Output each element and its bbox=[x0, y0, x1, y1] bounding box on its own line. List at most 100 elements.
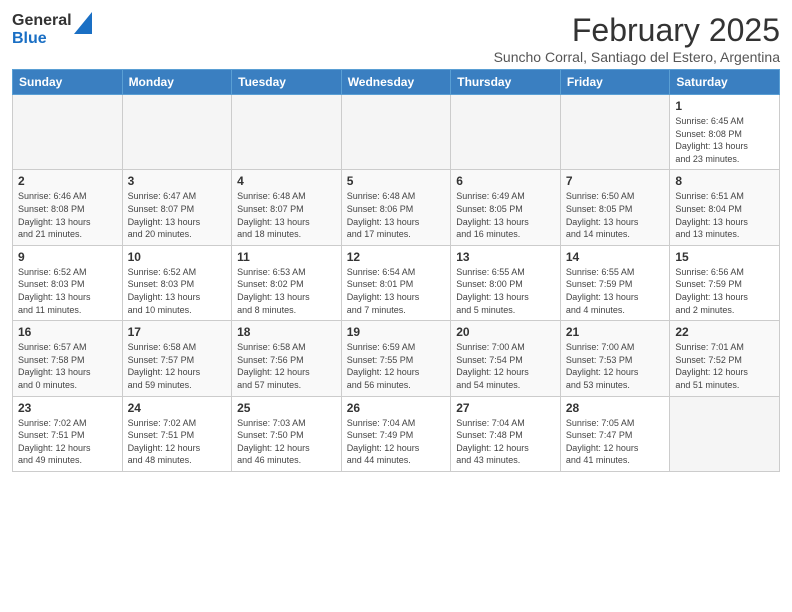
day-number: 28 bbox=[566, 401, 665, 415]
day-info: Sunrise: 7:00 AM Sunset: 7:54 PM Dayligh… bbox=[456, 341, 555, 391]
calendar-day-cell: 9 Sunrise: 6:52 AM Sunset: 8:03 PM Daylig… bbox=[13, 245, 123, 320]
day-info: Sunrise: 6:50 AM Sunset: 8:05 PM Dayligh… bbox=[566, 190, 665, 240]
calendar-day-cell: 11 Sunrise: 6:53 AM Sunset: 8:02 PM Dayli… bbox=[232, 245, 342, 320]
day-number: 21 bbox=[566, 325, 665, 339]
calendar-day-cell bbox=[670, 396, 780, 471]
day-number: 14 bbox=[566, 250, 665, 264]
calendar-week-row: 1 Sunrise: 6:45 AM Sunset: 8:08 PM Daylig… bbox=[13, 95, 780, 170]
day-info: Sunrise: 6:47 AM Sunset: 8:07 PM Dayligh… bbox=[128, 190, 227, 240]
day-info: Sunrise: 7:05 AM Sunset: 7:47 PM Dayligh… bbox=[566, 417, 665, 467]
calendar-day-cell bbox=[232, 95, 342, 170]
calendar-week-row: 23 Sunrise: 7:02 AM Sunset: 7:51 PM Dayli… bbox=[13, 396, 780, 471]
day-info: Sunrise: 6:46 AM Sunset: 8:08 PM Dayligh… bbox=[18, 190, 117, 240]
calendar-day-cell: 3 Sunrise: 6:47 AM Sunset: 8:07 PM Daylig… bbox=[122, 170, 232, 245]
calendar-week-row: 9 Sunrise: 6:52 AM Sunset: 8:03 PM Daylig… bbox=[13, 245, 780, 320]
calendar-day-cell bbox=[13, 95, 123, 170]
page-header: General Blue February 2025 Suncho Corral… bbox=[12, 12, 780, 65]
weekday-header: Wednesday bbox=[341, 70, 451, 95]
day-info: Sunrise: 7:04 AM Sunset: 7:49 PM Dayligh… bbox=[347, 417, 446, 467]
day-number: 17 bbox=[128, 325, 227, 339]
weekday-header: Friday bbox=[560, 70, 670, 95]
day-number: 8 bbox=[675, 174, 774, 188]
calendar-day-cell: 20 Sunrise: 7:00 AM Sunset: 7:54 PM Dayli… bbox=[451, 321, 561, 396]
day-info: Sunrise: 6:48 AM Sunset: 8:06 PM Dayligh… bbox=[347, 190, 446, 240]
day-number: 13 bbox=[456, 250, 555, 264]
day-info: Sunrise: 7:02 AM Sunset: 7:51 PM Dayligh… bbox=[128, 417, 227, 467]
day-number: 25 bbox=[237, 401, 336, 415]
day-info: Sunrise: 6:58 AM Sunset: 7:56 PM Dayligh… bbox=[237, 341, 336, 391]
calendar-day-cell: 19Sunrise: 6:59 AM Sunset: 7:55 PM Dayli… bbox=[341, 321, 451, 396]
day-info: Sunrise: 6:55 AM Sunset: 7:59 PM Dayligh… bbox=[566, 266, 665, 316]
day-info: Sunrise: 6:55 AM Sunset: 8:00 PM Dayligh… bbox=[456, 266, 555, 316]
day-number: 6 bbox=[456, 174, 555, 188]
day-info: Sunrise: 6:56 AM Sunset: 7:59 PM Dayligh… bbox=[675, 266, 774, 316]
weekday-header: Tuesday bbox=[232, 70, 342, 95]
calendar-day-cell: 18Sunrise: 6:58 AM Sunset: 7:56 PM Dayli… bbox=[232, 321, 342, 396]
day-number: 2 bbox=[18, 174, 117, 188]
day-number: 3 bbox=[128, 174, 227, 188]
calendar-week-row: 16Sunrise: 6:57 AM Sunset: 7:58 PM Dayli… bbox=[13, 321, 780, 396]
calendar-day-cell: 17 Sunrise: 6:58 AM Sunset: 7:57 PM Dayli… bbox=[122, 321, 232, 396]
calendar-day-cell: 8 Sunrise: 6:51 AM Sunset: 8:04 PM Daylig… bbox=[670, 170, 780, 245]
month-title: February 2025 bbox=[494, 12, 780, 49]
day-info: Sunrise: 6:48 AM Sunset: 8:07 PM Dayligh… bbox=[237, 190, 336, 240]
calendar-day-cell bbox=[451, 95, 561, 170]
weekday-header: Sunday bbox=[13, 70, 123, 95]
day-number: 1 bbox=[675, 99, 774, 113]
calendar-day-cell bbox=[341, 95, 451, 170]
calendar-day-cell: 21 Sunrise: 7:00 AM Sunset: 7:53 PM Dayli… bbox=[560, 321, 670, 396]
day-number: 7 bbox=[566, 174, 665, 188]
weekday-header: Saturday bbox=[670, 70, 780, 95]
calendar-day-cell: 14 Sunrise: 6:55 AM Sunset: 7:59 PM Dayli… bbox=[560, 245, 670, 320]
calendar-day-cell: 27Sunrise: 7:04 AM Sunset: 7:48 PM Dayli… bbox=[451, 396, 561, 471]
calendar-day-cell: 22 Sunrise: 7:01 AM Sunset: 7:52 PM Dayli… bbox=[670, 321, 780, 396]
day-number: 9 bbox=[18, 250, 117, 264]
weekday-header: Monday bbox=[122, 70, 232, 95]
calendar-day-cell: 5 Sunrise: 6:48 AM Sunset: 8:06 PM Daylig… bbox=[341, 170, 451, 245]
calendar-day-cell: 10 Sunrise: 6:52 AM Sunset: 8:03 PM Dayli… bbox=[122, 245, 232, 320]
day-info: Sunrise: 6:59 AM Sunset: 7:55 PM Dayligh… bbox=[347, 341, 446, 391]
day-info: Sunrise: 7:00 AM Sunset: 7:53 PM Dayligh… bbox=[566, 341, 665, 391]
day-number: 5 bbox=[347, 174, 446, 188]
calendar-week-row: 2 Sunrise: 6:46 AM Sunset: 8:08 PM Daylig… bbox=[13, 170, 780, 245]
day-info: Sunrise: 6:52 AM Sunset: 8:03 PM Dayligh… bbox=[18, 266, 117, 316]
day-number: 20 bbox=[456, 325, 555, 339]
calendar-day-cell: 2 Sunrise: 6:46 AM Sunset: 8:08 PM Daylig… bbox=[13, 170, 123, 245]
day-number: 4 bbox=[237, 174, 336, 188]
calendar-day-cell: 13 Sunrise: 6:55 AM Sunset: 8:00 PM Dayli… bbox=[451, 245, 561, 320]
weekday-header-row: SundayMondayTuesdayWednesdayThursdayFrid… bbox=[13, 70, 780, 95]
day-info: Sunrise: 7:01 AM Sunset: 7:52 PM Dayligh… bbox=[675, 341, 774, 391]
day-info: Sunrise: 6:52 AM Sunset: 8:03 PM Dayligh… bbox=[128, 266, 227, 316]
calendar-day-cell: 12Sunrise: 6:54 AM Sunset: 8:01 PM Dayli… bbox=[341, 245, 451, 320]
day-number: 10 bbox=[128, 250, 227, 264]
calendar-table: SundayMondayTuesdayWednesdayThursdayFrid… bbox=[12, 69, 780, 472]
logo-blue-text: Blue bbox=[12, 30, 72, 48]
calendar-day-cell: 25 Sunrise: 7:03 AM Sunset: 7:50 PM Dayli… bbox=[232, 396, 342, 471]
calendar-day-cell: 23Sunrise: 7:02 AM Sunset: 7:51 PM Dayli… bbox=[13, 396, 123, 471]
calendar-day-cell: 7 Sunrise: 6:50 AM Sunset: 8:05 PM Daylig… bbox=[560, 170, 670, 245]
day-info: Sunrise: 6:45 AM Sunset: 8:08 PM Dayligh… bbox=[675, 115, 774, 165]
day-number: 15 bbox=[675, 250, 774, 264]
location-subtitle: Suncho Corral, Santiago del Estero, Arge… bbox=[494, 49, 780, 65]
day-number: 22 bbox=[675, 325, 774, 339]
day-info: Sunrise: 6:58 AM Sunset: 7:57 PM Dayligh… bbox=[128, 341, 227, 391]
title-block: February 2025 Suncho Corral, Santiago de… bbox=[494, 12, 780, 65]
logo: General Blue bbox=[12, 12, 92, 47]
day-number: 24 bbox=[128, 401, 227, 415]
day-info: Sunrise: 6:49 AM Sunset: 8:05 PM Dayligh… bbox=[456, 190, 555, 240]
calendar-day-cell: 1 Sunrise: 6:45 AM Sunset: 8:08 PM Daylig… bbox=[670, 95, 780, 170]
day-number: 11 bbox=[237, 250, 336, 264]
logo-general-text: General bbox=[12, 12, 72, 30]
calendar-day-cell: 4 Sunrise: 6:48 AM Sunset: 8:07 PM Daylig… bbox=[232, 170, 342, 245]
day-info: Sunrise: 6:51 AM Sunset: 8:04 PM Dayligh… bbox=[675, 190, 774, 240]
calendar-day-cell bbox=[560, 95, 670, 170]
day-info: Sunrise: 6:54 AM Sunset: 8:01 PM Dayligh… bbox=[347, 266, 446, 316]
day-info: Sunrise: 7:03 AM Sunset: 7:50 PM Dayligh… bbox=[237, 417, 336, 467]
calendar-day-cell: 16Sunrise: 6:57 AM Sunset: 7:58 PM Dayli… bbox=[13, 321, 123, 396]
calendar-day-cell: 28 Sunrise: 7:05 AM Sunset: 7:47 PM Dayli… bbox=[560, 396, 670, 471]
day-number: 23 bbox=[18, 401, 117, 415]
day-info: Sunrise: 6:53 AM Sunset: 8:02 PM Dayligh… bbox=[237, 266, 336, 316]
calendar-day-cell: 15 Sunrise: 6:56 AM Sunset: 7:59 PM Dayli… bbox=[670, 245, 780, 320]
weekday-header: Thursday bbox=[451, 70, 561, 95]
day-number: 27 bbox=[456, 401, 555, 415]
